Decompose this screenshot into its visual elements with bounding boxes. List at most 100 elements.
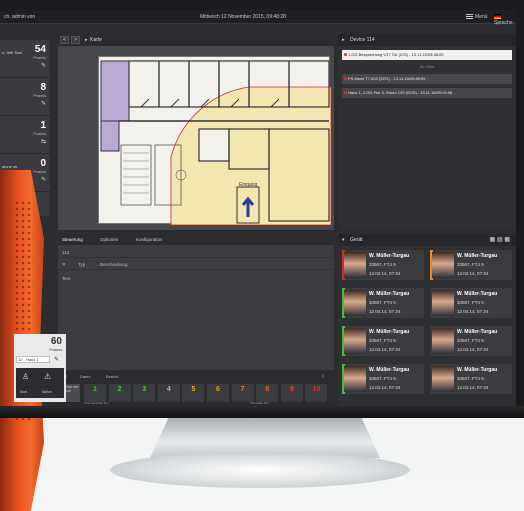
data-label: Daten bbox=[80, 374, 91, 379]
priority-button-8[interactable]: 8 bbox=[256, 384, 279, 402]
staff-device: 33567, FT4 9 bbox=[369, 300, 396, 305]
pen-icon[interactable]: ⇆ bbox=[41, 138, 46, 145]
staff-name: W. Müller-Turgau bbox=[369, 253, 410, 259]
screen: ch, admin von Mittwoch 12 November 2015,… bbox=[0, 10, 516, 406]
widget-btn2: Aktion bbox=[42, 390, 52, 394]
counter-item[interactable]: 8 Prozess ✎ bbox=[0, 80, 50, 116]
pen-icon[interactable]: ✎ bbox=[41, 100, 46, 107]
priority-button-2[interactable]: 2 bbox=[108, 384, 131, 402]
room-purple-1 bbox=[100, 60, 130, 122]
staff-card[interactable]: W. Müller-Turgau 33567, FT4 9 12.04.14, 07… bbox=[430, 250, 512, 280]
priority-button-6[interactable]: 6 bbox=[207, 384, 229, 402]
counter-label: alone ok bbox=[2, 164, 18, 169]
manual-label: Manueller Ruf bbox=[250, 401, 269, 405]
widget-select[interactable]: 12 - Haus 1 bbox=[16, 356, 50, 363]
grid-view-icon[interactable]: ▦ ▤ ▦ bbox=[490, 236, 510, 243]
menu-button[interactable]: Menü bbox=[466, 14, 488, 20]
staff-device: 33567, FT4 9 bbox=[457, 338, 484, 343]
alert-item[interactable]: PS-Hand T7.003 (SOS) - 13.11.15/09:45:09 bbox=[342, 74, 512, 84]
priority-button-3[interactable]: 3 bbox=[133, 384, 156, 402]
staff-name: W. Müller-Turgau bbox=[457, 367, 498, 373]
priority-button-9[interactable]: 9 bbox=[280, 384, 303, 402]
priority-button-1[interactable]: 1 bbox=[84, 384, 106, 402]
language-button[interactable]: Sprache bbox=[494, 14, 516, 26]
staff-card[interactable]: W. Müller-Turgau 33567, FT4 9 12.04.14, 07… bbox=[342, 364, 424, 394]
monitor-base bbox=[110, 452, 410, 488]
alarm-icon[interactable]: ⚠ bbox=[44, 372, 51, 381]
avatar bbox=[432, 366, 454, 392]
menu-label: Menü bbox=[475, 14, 488, 20]
counter-sub: Prozess bbox=[33, 94, 46, 98]
top-bar: ch, admin von Mittwoch 12 November 2015,… bbox=[0, 10, 516, 26]
monitor-chin bbox=[0, 406, 524, 418]
hamburger-icon bbox=[466, 14, 473, 20]
avatar bbox=[344, 366, 366, 392]
close-icon[interactable]: ✕ bbox=[62, 262, 66, 268]
user-label: ch, admin von bbox=[4, 14, 36, 20]
counter-value: 0 bbox=[40, 158, 46, 169]
priority-button-5[interactable]: 5 bbox=[182, 384, 205, 402]
clock: Mittwoch 12 November 2015, 09:48:28 bbox=[200, 14, 286, 20]
staff-card[interactable]: W. Müller-Turgau 33567, FT4 9 12.04.14, 07… bbox=[430, 288, 512, 318]
priority-header: ✕ Daten Bericht ▯ bbox=[58, 372, 334, 381]
person-icon[interactable]: ♙ bbox=[22, 372, 29, 381]
pen-icon[interactable]: ✎ bbox=[41, 176, 46, 183]
alert-item[interactable]: Haus 1, 1.OG Flur 5, Raum 120 (SOS) - 13… bbox=[342, 88, 512, 98]
list-id-row: 114 bbox=[58, 248, 334, 258]
avatar bbox=[432, 328, 454, 354]
events-divider: Ab Stille bbox=[419, 64, 435, 69]
pen-icon[interactable]: ✎ bbox=[54, 356, 59, 363]
staff-name: W. Müller-Turgau bbox=[369, 329, 410, 335]
tab-optionen[interactable]: Optionen bbox=[100, 237, 118, 242]
tab-bar: Steuerung Optionen Konfiguration bbox=[58, 234, 334, 245]
staff-card[interactable]: W. Müller-Turgau 33567, FT4 9 12.04.14, 07… bbox=[342, 326, 424, 356]
list-item-text: Text bbox=[62, 276, 71, 281]
pen-icon[interactable]: ✎ bbox=[41, 62, 46, 69]
staff-device: 33567, FT4 9 bbox=[457, 262, 484, 267]
avatar bbox=[432, 290, 454, 316]
staff-card[interactable]: W. Müller-Turgau 33567, FT4 9 12.04.14, 07… bbox=[342, 288, 424, 318]
priority-button-4[interactable]: 4 bbox=[157, 384, 180, 402]
counter-sub: Prozess bbox=[33, 132, 46, 136]
floor-plan[interactable]: Eingang bbox=[98, 56, 332, 226]
avatar bbox=[432, 252, 454, 278]
counter-item[interactable]: 1 Prozess ⇆ bbox=[0, 118, 50, 154]
staff-time: 12.04.14, 07:34 bbox=[457, 309, 489, 314]
staff-name: W. Müller-Turgau bbox=[457, 253, 498, 259]
staff-name: W. Müller-Turgau bbox=[457, 329, 498, 335]
staff-device: 33567, FT4 9 bbox=[457, 376, 484, 381]
map-panel: < > ▸ Karte Eingang bbox=[58, 34, 334, 230]
staff-card[interactable]: W. Müller-Turgau 33567, FT4 9 12.04.14, 07… bbox=[342, 250, 424, 280]
avatar bbox=[344, 252, 366, 278]
tab-steuerung[interactable]: Steuerung bbox=[62, 237, 83, 242]
auto-label: Automatischer Ruf bbox=[84, 401, 109, 405]
priority-button-7[interactable]: 7 bbox=[231, 384, 254, 402]
trash-icon[interactable]: ▯ bbox=[322, 373, 324, 378]
widget-label: Prozess bbox=[49, 348, 62, 352]
staff-name: W. Müller-Turgau bbox=[369, 367, 410, 373]
staff-card[interactable]: W. Müller-Turgau 33567, FT4 9 12.04.14, 07… bbox=[430, 326, 512, 356]
avatar bbox=[344, 290, 366, 316]
counter-sub: Prozess bbox=[33, 56, 46, 60]
counter-label: n, 3rth Tact bbox=[2, 50, 22, 55]
report-label: Bericht bbox=[106, 374, 119, 379]
staff-card[interactable]: W. Müller-Turgau 33567, FT4 9 12.04.14, 07… bbox=[430, 364, 512, 394]
next-button[interactable]: > bbox=[71, 36, 80, 44]
staff-time: 12.04.14, 07:34 bbox=[369, 385, 401, 390]
priority-bar: Sender mit Schuh 12345678910 Automatisch… bbox=[58, 382, 334, 406]
list-item[interactable]: Text bbox=[58, 274, 334, 284]
staff-time: 12.04.14, 07:34 bbox=[369, 309, 401, 314]
counter-item[interactable]: n, 3rth Tact 54 Prozess ✎ bbox=[0, 42, 50, 78]
monitor-bezel: ch, admin von Mittwoch 12 November 2015,… bbox=[0, 0, 524, 418]
widget-value: 60 bbox=[50, 336, 62, 347]
events-header: ▸ Device 114 bbox=[338, 34, 516, 46]
prev-button[interactable]: < bbox=[60, 36, 69, 44]
priority-button-10[interactable]: 10 bbox=[305, 384, 328, 402]
tab-konfiguration[interactable]: Konfiguration bbox=[136, 237, 163, 242]
floor-plan-drawing: Eingang bbox=[100, 60, 332, 226]
play-icon: ▸ bbox=[85, 37, 88, 43]
map-title: Karte bbox=[90, 37, 102, 43]
alert-item-active[interactable]: 1.OG Besprechung V37 Tür (ICS) - 13.11.1… bbox=[342, 50, 512, 60]
detail-panel: Steuerung Optionen Konfiguration 114 ✕ T… bbox=[58, 234, 334, 370]
staff-device: 33567, FT4 9 bbox=[369, 262, 396, 267]
